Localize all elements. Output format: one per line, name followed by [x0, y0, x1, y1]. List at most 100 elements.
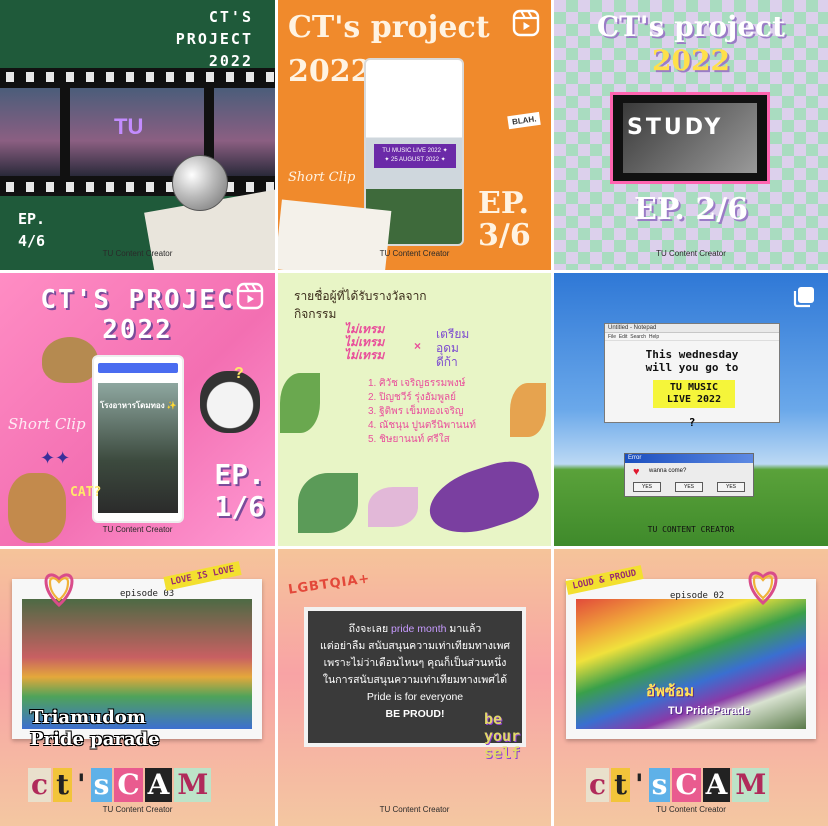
post-tile-ep1[interactable]: CT'S PROJEC 2022 ? โรงอาหารโดมทอง ✨ Shor…: [0, 273, 275, 546]
lgbtqia-sticker: LGBTQIA+: [287, 571, 371, 597]
film-frame: [214, 88, 275, 176]
credit-text: TU CONTENT CREATOR: [647, 525, 735, 534]
cam-letter: t: [611, 768, 630, 802]
film-frame: [0, 88, 60, 176]
message-line: ในการสนับสนุนความเท่าเทียมทางเพศได้: [322, 674, 508, 686]
credit-text: TU Content Creator: [102, 805, 173, 814]
heart-icon: [44, 573, 74, 607]
post-tile-winners[interactable]: รายชื่อผู้ที่ได้รับรางวัลจาก กิจกรรม ไม่…: [278, 273, 551, 546]
winner-item: 2. ปิญชวีร์ รุ่งอัมพูลย์: [368, 392, 456, 403]
ctscam-logo: c t ' s C A M: [28, 768, 212, 802]
message-line-text: มาแล้ว: [446, 623, 482, 635]
error-message: wanna come?: [649, 468, 687, 474]
paper-scrap: [278, 199, 392, 270]
winners-heading: รายชื่อผู้ที่ได้รับรางวัลจาก กิจกรรม: [294, 289, 427, 321]
question-text: This wednesday will you go to: [645, 348, 739, 374]
credit-text: TU Content Creator: [656, 805, 726, 814]
post-tile-ep2[interactable]: CT's project 2022 STUDY EP. 2/6 TU Conte…: [554, 0, 828, 270]
cat-label: CAT?: [70, 485, 102, 500]
short-clip-label: Short Clip: [8, 415, 86, 433]
event-tag-right: เตรียม อุดม ดีก้า: [436, 327, 470, 369]
error-dialog: Error ♥ wanna come? YES YES YES: [624, 453, 754, 497]
reels-icon: [512, 9, 540, 37]
winner-item: 5. ชิษยานนท์ ศรีใส: [368, 434, 450, 445]
tile-title: CT's project 2022: [554, 10, 828, 78]
short-clip-label: Short Clip: [288, 170, 356, 185]
cam-letter: C: [672, 768, 701, 802]
photo-caption: Triamudom Pride parade: [30, 707, 160, 750]
pride-month-text: pride month: [391, 623, 447, 635]
blah-sticker: BLAH.: [507, 111, 542, 130]
message-line: ถึงจะเลย pride month มาแล้ว: [314, 621, 516, 638]
study-photo: STUDY: [610, 92, 770, 184]
credit-text: TU Content Creator: [379, 805, 450, 814]
cam-letter: ': [635, 768, 644, 801]
film-perforation: [0, 182, 275, 192]
film-strip: TU: [0, 68, 275, 196]
phone-banner: TU MUSIC LIVE 2022 ✦ ✦ 25 AUGUST 2022 ✦: [374, 144, 456, 168]
cam-letter: M: [174, 768, 212, 802]
cam-letter: C: [114, 768, 143, 802]
episode-label: EP. 3/6: [478, 186, 531, 253]
winners-list: 1. ศิวัช เจริญธรรมพงษ์ 2. ปิญชวีร์ รุ่งอ…: [368, 377, 476, 447]
message-line: Pride is for everyone: [366, 691, 464, 703]
cam-letter: s: [90, 768, 113, 802]
cam-letter: s: [648, 768, 671, 802]
winner-item: 1. ศิวัช เจริญธรรมพงษ์: [368, 378, 466, 389]
episode-label: EP. 2/6: [633, 192, 749, 227]
question-mark: ?: [688, 416, 696, 429]
episode-label: EP. 1/6: [214, 458, 265, 523]
notepad-window: Untitled - Notepad File Edit Search Help…: [604, 323, 780, 429]
message-line-text: ถึงจะเลย: [348, 623, 392, 635]
photo-caption-sub: TU PrideParade: [668, 705, 750, 717]
episode-label: EP. 4/6: [18, 210, 46, 250]
phone-search-bar: [98, 363, 178, 373]
heart-icon: [748, 571, 778, 605]
notepad-titlebar: Untitled - Notepad: [605, 324, 779, 333]
yes-button: YES: [633, 482, 661, 492]
credit-text: TU Content Creator: [656, 249, 726, 258]
event-tag-left: ไม่เทรม ไม่เทรม ไม่เทรม: [344, 322, 385, 362]
multi-photo-icon: [793, 287, 814, 308]
post-tile-ep4[interactable]: CT'S PROJECT 2022 TU EP. 4/6 TU Content …: [0, 0, 275, 270]
post-tile-pride-month[interactable]: LGBTQIA+ ถึงจะเลย pride month มาแล้ว แต่…: [278, 549, 551, 826]
cam-letter: ': [77, 768, 86, 801]
post-tile-ctscam-ep3[interactable]: Triamudom Pride parade episode 03 LOVE I…: [0, 549, 275, 826]
sticker-text: LGBTQIA+: [287, 571, 372, 598]
tile-year: 2022: [652, 44, 730, 77]
question-sticker: ?: [234, 365, 244, 382]
yes-button: YES: [717, 482, 745, 492]
credit-text: TU Content Creator: [102, 525, 173, 534]
credit-text: TU Content Creator: [102, 249, 173, 258]
cat-sticker: [42, 337, 98, 383]
study-text: STUDY: [627, 115, 724, 140]
error-titlebar: Error: [625, 454, 753, 463]
tile-title-text: CT's project: [596, 10, 786, 43]
post-tile-ctscam-ep2[interactable]: อัพซ้อม TU PrideParade episode 02 LOUD &…: [554, 549, 828, 826]
ctscam-logo: c t ' s C A M: [586, 768, 770, 802]
leaf-decoration: [510, 383, 546, 437]
disco-ball-icon: [172, 155, 228, 211]
event-tag-x: ×: [414, 339, 422, 353]
cam-letter: A: [702, 768, 731, 802]
post-grid: CT'S PROJECT 2022 TU EP. 4/6 TU Content …: [0, 0, 828, 826]
cam-letter: c: [28, 768, 52, 802]
polaroid-frame: อัพซ้อม TU PrideParade: [566, 579, 816, 739]
episode-label: episode 02: [670, 591, 725, 601]
leaf-decoration: [280, 373, 320, 433]
tile-title: CT'S PROJECT 2022: [175, 8, 253, 70]
cam-letter: c: [586, 768, 610, 802]
leaf-decoration: [298, 473, 358, 533]
message-line: แต่อย่าลืม สนับสนุนความเท่าเทียมทางเพศ: [319, 640, 511, 652]
phone-screenshot: โรงอาหารโดมทอง ✨: [92, 355, 184, 523]
yes-button: YES: [675, 482, 703, 492]
leaf-decoration: [368, 487, 418, 527]
post-tile-music-live[interactable]: Untitled - Notepad File Edit Search Help…: [554, 273, 828, 546]
reels-icon: [236, 282, 264, 310]
tile-title: CT'S PROJEC 2022: [40, 285, 235, 345]
post-tile-ep3[interactable]: CT's project 2022 TU MUSIC LIVE 2022 ✦ ✦…: [278, 0, 551, 270]
sparkle-icon: ✦✦: [40, 448, 71, 468]
whale-illustration: [421, 453, 545, 545]
phone-caption: โรงอาหารโดมทอง ✨: [100, 401, 177, 410]
photo-caption: อัพซ้อม: [646, 683, 694, 700]
